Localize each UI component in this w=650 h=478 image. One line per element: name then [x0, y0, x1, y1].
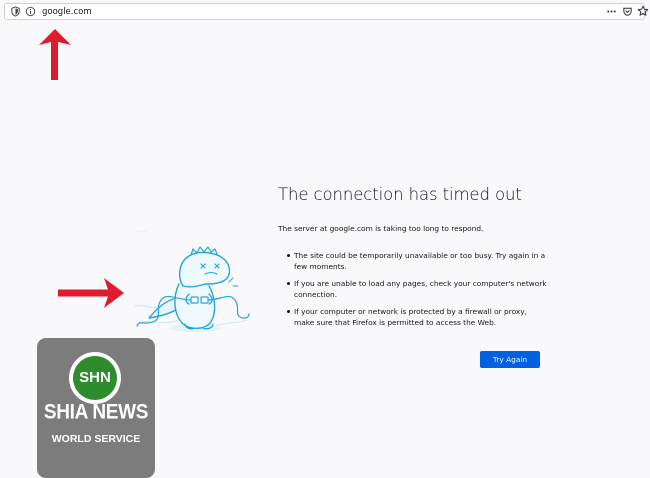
- page-actions-icon[interactable]: [606, 6, 617, 17]
- error-reasons-list: The site could be temporarily unavailabl…: [278, 250, 548, 334]
- url-bar[interactable]: google.com: [4, 3, 649, 20]
- red-arrow-up-icon: [39, 29, 71, 80]
- list-item: If you are unable to load any pages, che…: [278, 278, 548, 300]
- watermark-service: WORLD SERVICE: [51, 433, 141, 445]
- list-item: The site could be temporarily unavailabl…: [278, 250, 548, 272]
- site-info-icon[interactable]: [25, 6, 36, 17]
- red-arrow-right-icon: [58, 278, 124, 308]
- pocket-icon[interactable]: [622, 6, 633, 17]
- list-item: If your computer or network is protected…: [278, 306, 548, 328]
- bookmark-star-icon[interactable]: [637, 5, 649, 17]
- error-title: The connection has timed out: [278, 185, 522, 204]
- dinosaur-tangled-cable-illustration: [134, 229, 250, 332]
- try-again-button[interactable]: Try Again: [480, 351, 540, 368]
- shia-news-watermark: SHN SHIA NEWS WORLD SERVICE: [37, 338, 155, 478]
- tracking-shield-icon[interactable]: [10, 6, 21, 17]
- watermark-name: SHIA NEWS: [43, 400, 149, 424]
- url-text[interactable]: google.com: [42, 6, 92, 18]
- shn-logo: SHN: [69, 352, 121, 404]
- shn-logo-text: SHN: [73, 356, 117, 400]
- error-description: The server at google.com is taking too l…: [278, 224, 484, 233]
